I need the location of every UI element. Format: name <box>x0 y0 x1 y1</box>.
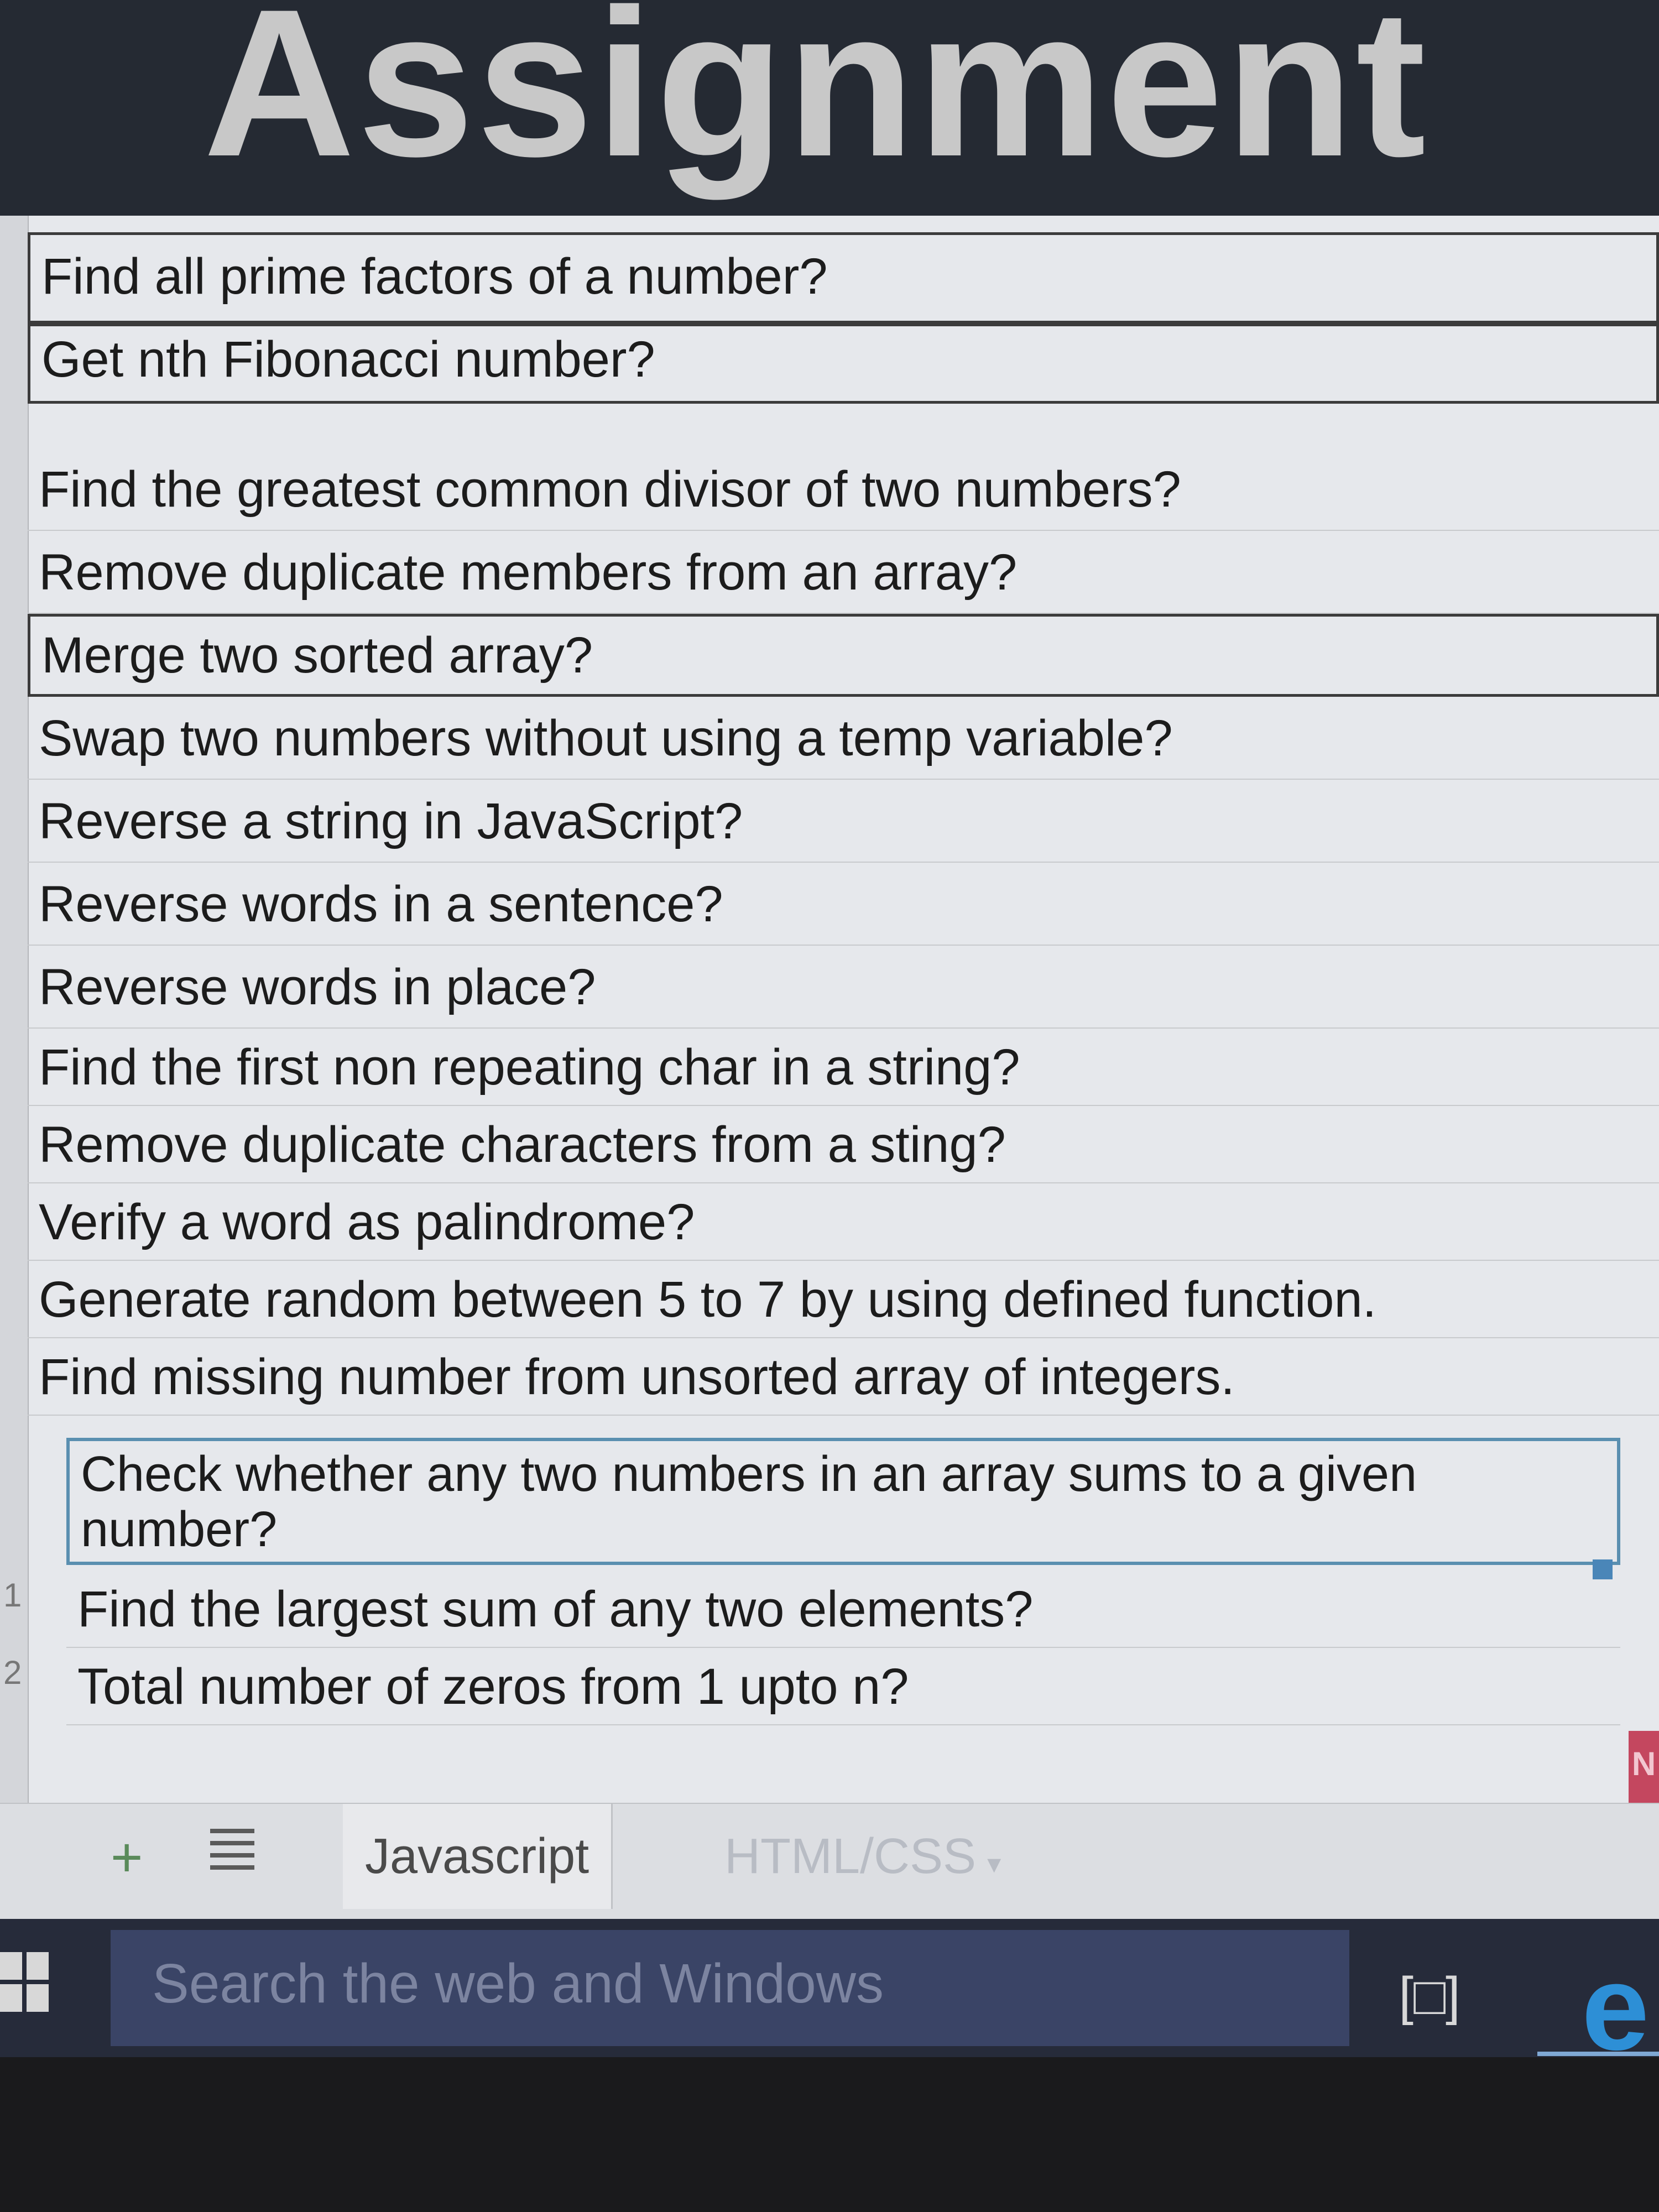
table-row[interactable]: Find all prime factors of a number? <box>28 232 1659 326</box>
cell-text: Get nth Fibonacci number? <box>41 331 655 388</box>
table-row[interactable]: Find missing number from unsorted array … <box>28 1338 1659 1416</box>
side-mark: N <box>1631 1745 1656 1782</box>
table-row[interactable]: Remove duplicate members from an array? <box>28 531 1659 614</box>
table-row[interactable]: Find the greatest common divisor of two … <box>28 448 1659 531</box>
active-app-indicator <box>1537 2052 1659 2056</box>
table-row-selected[interactable]: Check whether any two numbers in an arra… <box>66 1438 1620 1565</box>
cell-text: Total number of zeros from 1 upto n? <box>77 1658 909 1715</box>
cell-text: Check whether any two numbers in an arra… <box>81 1447 1417 1557</box>
page-title: Assignment <box>203 0 1428 200</box>
add-sheet-button[interactable]: + <box>111 1826 143 1890</box>
cell-text: Reverse words in a sentence? <box>39 876 723 932</box>
table-row[interactable]: Swap two numbers without using a temp va… <box>28 697 1659 780</box>
table-row[interactable]: Generate random between 5 to 7 by using … <box>28 1261 1659 1338</box>
cell-text: Find all prime factors of a number? <box>41 248 828 305</box>
row-header-gutter <box>0 216 29 1803</box>
sheet-tab-bar: + Javascript HTML/CSS ▾ <box>0 1803 1659 1920</box>
search-input[interactable]: Search the web and Windows <box>111 1930 1349 2046</box>
table-row[interactable]: Reverse words in a sentence? <box>28 863 1659 946</box>
spreadsheet: Find all prime factors of a number? Get … <box>0 216 1659 1930</box>
cell-text: Generate random between 5 to 7 by using … <box>39 1271 1377 1328</box>
cell-text: Merge two sorted array? <box>41 627 593 684</box>
tab-html-css[interactable]: HTML/CSS ▾ <box>702 1804 1023 1909</box>
windows-taskbar: Search the web and Windows [□] e <box>0 1919 1659 2068</box>
table-row[interactable]: Find the first non repeating char in a s… <box>28 1029 1659 1106</box>
chevron-down-icon: ▾ <box>987 1848 1001 1879</box>
cell-text: Find missing number from unsorted array … <box>39 1349 1235 1405</box>
cell-text: Find the largest sum of any two elements… <box>77 1581 1034 1637</box>
table-row[interactable]: Reverse a string in JavaScript? <box>28 780 1659 863</box>
row-number: 2 <box>3 1654 22 1691</box>
cell-text: Reverse a string in JavaScript? <box>39 793 743 849</box>
table-row[interactable]: Find the largest sum of any two elements… <box>66 1571 1620 1648</box>
title-bar: Assignment <box>0 0 1659 216</box>
all-sheets-menu-icon[interactable] <box>210 1829 254 1877</box>
table-row[interactable]: Verify a word as palindrome? <box>28 1183 1659 1261</box>
cell-text: Swap two numbers without using a temp va… <box>39 710 1173 766</box>
table-row[interactable]: Get nth Fibonacci number? <box>28 321 1659 404</box>
table-row[interactable]: Merge two sorted array? <box>28 614 1659 697</box>
cell-text: Find the greatest common divisor of two … <box>39 461 1181 518</box>
cell-text: Find the first non repeating char in a s… <box>39 1039 1020 1095</box>
monitor-bezel <box>0 2057 1659 2212</box>
cell-text: Reverse words in place? <box>39 959 596 1015</box>
edge-browser-icon[interactable]: e <box>1582 1947 1649 2068</box>
cell-text: Verify a word as palindrome? <box>39 1194 695 1250</box>
tab-label: HTML/CSS <box>724 1829 977 1884</box>
row-number: 1 <box>3 1577 22 1614</box>
table-row[interactable]: Total number of zeros from 1 upto n? <box>66 1648 1620 1725</box>
table-row[interactable]: Reverse words in place? <box>28 946 1659 1029</box>
cell-text: Remove duplicate members from an array? <box>39 544 1018 601</box>
task-view-icon[interactable]: [□] <box>1394 1969 1465 2024</box>
cell-text: Remove duplicate characters from a sting… <box>39 1117 1006 1173</box>
table-row[interactable]: Remove duplicate characters from a sting… <box>28 1106 1659 1183</box>
search-placeholder: Search the web and Windows <box>152 1953 884 2015</box>
windows-start-icon[interactable] <box>0 1952 50 2013</box>
tab-javascript[interactable]: Javascript <box>343 1804 613 1909</box>
